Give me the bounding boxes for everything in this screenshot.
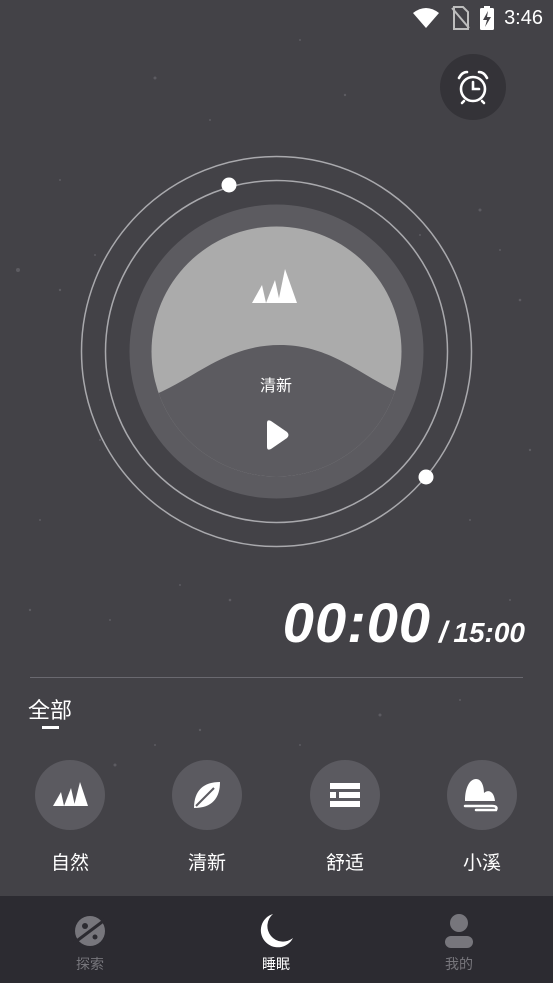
sound-dial[interactable] xyxy=(80,155,473,548)
planet-icon xyxy=(73,916,107,946)
sound-button-comfort[interactable] xyxy=(310,760,380,830)
tab-indicator xyxy=(42,726,59,729)
timer-separator: / xyxy=(439,616,448,649)
nav-label-profile: 我的 xyxy=(445,957,473,973)
sound-item-comfort[interactable]: 舒适 xyxy=(309,760,381,875)
leaf-icon xyxy=(194,782,220,808)
no-sim-icon xyxy=(451,6,470,30)
status-bar: 3:46 xyxy=(0,0,553,38)
elapsed-time: 00:00 xyxy=(282,591,432,654)
sound-label: 舒适 xyxy=(325,852,364,874)
nav-label-explore: 探索 xyxy=(76,957,104,973)
current-sound-label: 清新 xyxy=(259,376,292,395)
wifi-icon xyxy=(413,8,440,28)
status-time: 3:46 xyxy=(504,6,543,29)
user-icon xyxy=(445,914,473,948)
stream-icon xyxy=(463,779,498,812)
list-icon xyxy=(330,783,360,807)
sound-label: 小溪 xyxy=(462,852,501,874)
tab-all[interactable]: 全部 xyxy=(28,693,72,725)
battery-charging-icon xyxy=(480,6,495,30)
sound-item-fresh[interactable]: 清新 xyxy=(171,760,243,875)
sound-label: 清新 xyxy=(187,852,226,874)
sound-item-nature[interactable]: 自然 xyxy=(34,760,106,875)
alarm-button[interactable] xyxy=(440,54,506,120)
timer-display: 00:00 / 15:00 xyxy=(283,590,525,655)
nav-label-sleep: 睡眠 xyxy=(262,957,290,973)
total-time[interactable]: 15:00 xyxy=(453,617,525,649)
alarm-clock-icon xyxy=(457,70,489,105)
divider xyxy=(30,677,523,678)
sound-label: 自然 xyxy=(50,852,89,874)
sound-item-stream[interactable]: 小溪 xyxy=(446,760,518,875)
nav-item-profile[interactable]: 我的 xyxy=(399,896,519,983)
sound-button-nature[interactable] xyxy=(35,760,105,830)
mountain-icon xyxy=(53,782,88,806)
progress-handle-end[interactable] xyxy=(418,469,434,485)
moon-icon xyxy=(260,914,293,948)
nav-item-sleep[interactable]: 睡眠 xyxy=(216,896,336,983)
progress-handle-start[interactable] xyxy=(221,177,237,193)
nav-item-explore[interactable]: 探索 xyxy=(30,896,150,983)
sound-button-stream[interactable] xyxy=(447,760,517,830)
bottom-nav: 探索 睡眠 我的 xyxy=(0,896,553,983)
sound-button-fresh[interactable] xyxy=(172,760,242,830)
